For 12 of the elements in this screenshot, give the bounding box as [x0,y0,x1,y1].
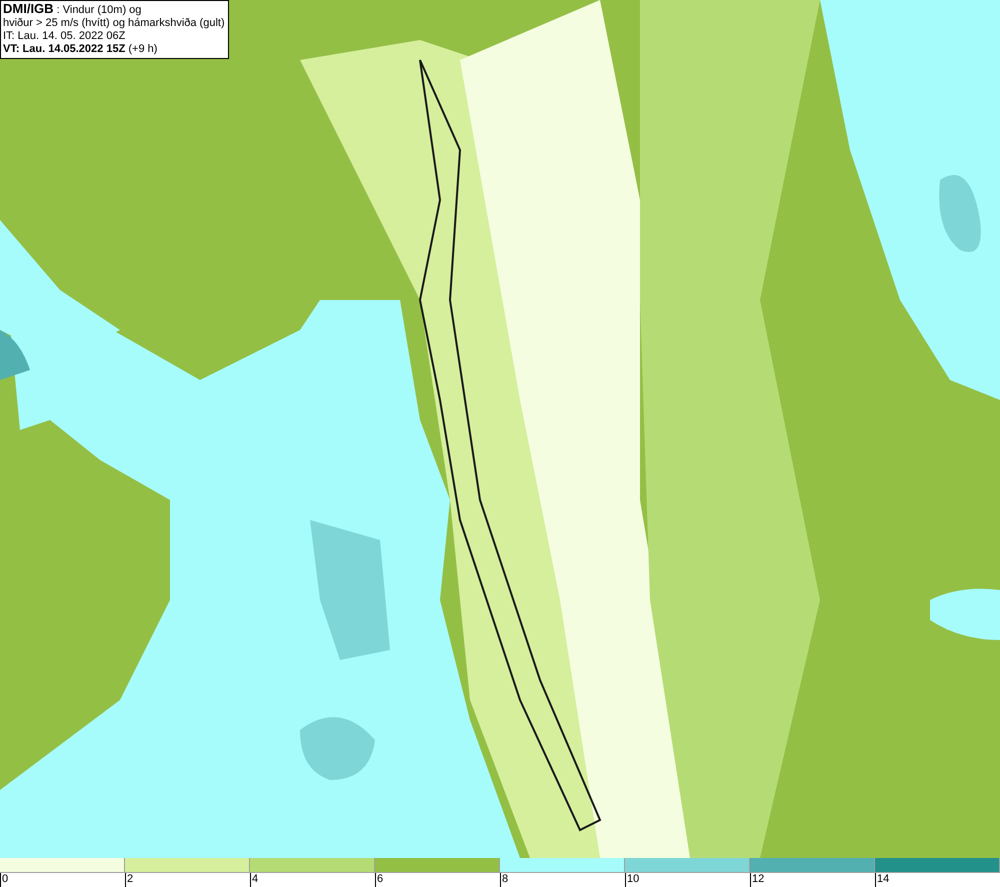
info-text: hviður > 25 m/s (hvítt) og hámarkshviða (gult) [3,17,225,30]
legend-tick-label: 2 [126,873,134,885]
legend-tick-label: 14 [876,873,890,885]
legend-tick-label: 8 [501,873,508,885]
legend-tick-label: 4 [251,873,258,885]
legend-tick-label: 12 [751,873,764,885]
info-text: VT: Lau. 14.05.2022 15Z (+9 h) [3,43,158,56]
info-text: DMI/IGB : Vindur (10m) og [3,2,142,17]
info-text: IT: Lau. 14. 05. 2022 06Z [3,30,126,43]
legend-tick-label: 0 [1,873,8,885]
legend-tick-label: 10 [626,873,640,885]
legend-tick-label: 6 [376,873,384,885]
